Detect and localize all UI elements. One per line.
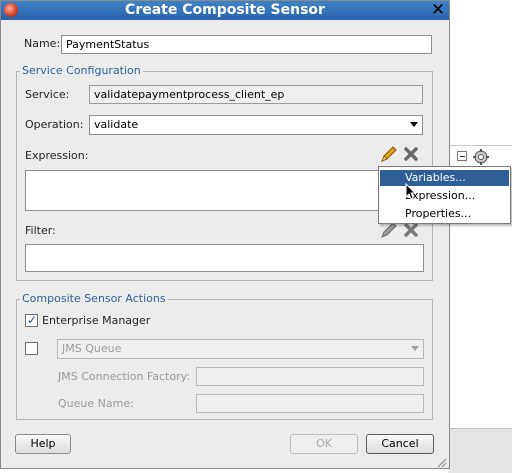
cancel-button[interactable]: Cancel: [366, 434, 434, 454]
background-footer: [448, 428, 512, 473]
jms-connection-factory-input: [196, 367, 424, 386]
composite-sensor-actions-title: Composite Sensor Actions: [20, 292, 168, 305]
filter-textarea[interactable]: [25, 244, 424, 272]
help-button[interactable]: Help: [15, 434, 71, 454]
delete-icon[interactable]: [402, 145, 420, 163]
expression-textarea[interactable]: [25, 170, 424, 211]
filter-label: Filter:: [25, 224, 56, 237]
pencil-icon[interactable]: [378, 145, 398, 163]
jms-dropdown-arrow-icon: [411, 346, 419, 351]
ok-button[interactable]: OK: [290, 434, 358, 454]
menu-item-properties[interactable]: Properties...: [380, 206, 509, 222]
jms-checkbox[interactable]: [25, 342, 38, 355]
operation-label: Operation:: [25, 118, 84, 131]
operation-select[interactable]: validate: [89, 115, 423, 135]
jms-queue-value: JMS Queue: [62, 342, 122, 355]
service-label: Service:: [25, 88, 70, 101]
service-configuration-title: Service Configuration: [20, 64, 143, 77]
queue-name-input: [196, 394, 424, 413]
jms-queue-select: JMS Queue: [57, 339, 424, 359]
dropdown-arrow-icon: [410, 122, 418, 127]
operation-value: validate: [94, 118, 139, 131]
expression-context-menu: Variables... Expression... Properties...: [378, 166, 511, 224]
jms-connection-factory-label: JMS Connection Factory:: [58, 370, 191, 383]
queue-name-label: Queue Name:: [58, 397, 134, 410]
gear-icon: [473, 149, 489, 165]
service-field: validatepaymentprocess_client_ep: [89, 85, 423, 104]
menu-item-variables[interactable]: Variables...: [380, 170, 509, 186]
dialog-title: Create Composite Sensor: [125, 2, 325, 18]
enterprise-manager-label: Enterprise Manager: [42, 314, 151, 327]
name-label: Name:: [24, 37, 61, 50]
close-icon[interactable]: ✕: [428, 1, 448, 19]
expression-label: Expression:: [25, 149, 89, 162]
mouse-cursor-icon: [405, 183, 417, 200]
menu-item-expression[interactable]: Expression...: [380, 188, 509, 204]
checkmark-icon: ✓: [27, 313, 38, 327]
collapse-icon: [457, 151, 467, 161]
resize-grip-icon[interactable]: [436, 457, 447, 468]
enterprise-manager-checkbox[interactable]: ✓: [25, 313, 38, 327]
name-input[interactable]: PaymentStatus: [61, 35, 432, 54]
app-icon: [4, 3, 18, 17]
